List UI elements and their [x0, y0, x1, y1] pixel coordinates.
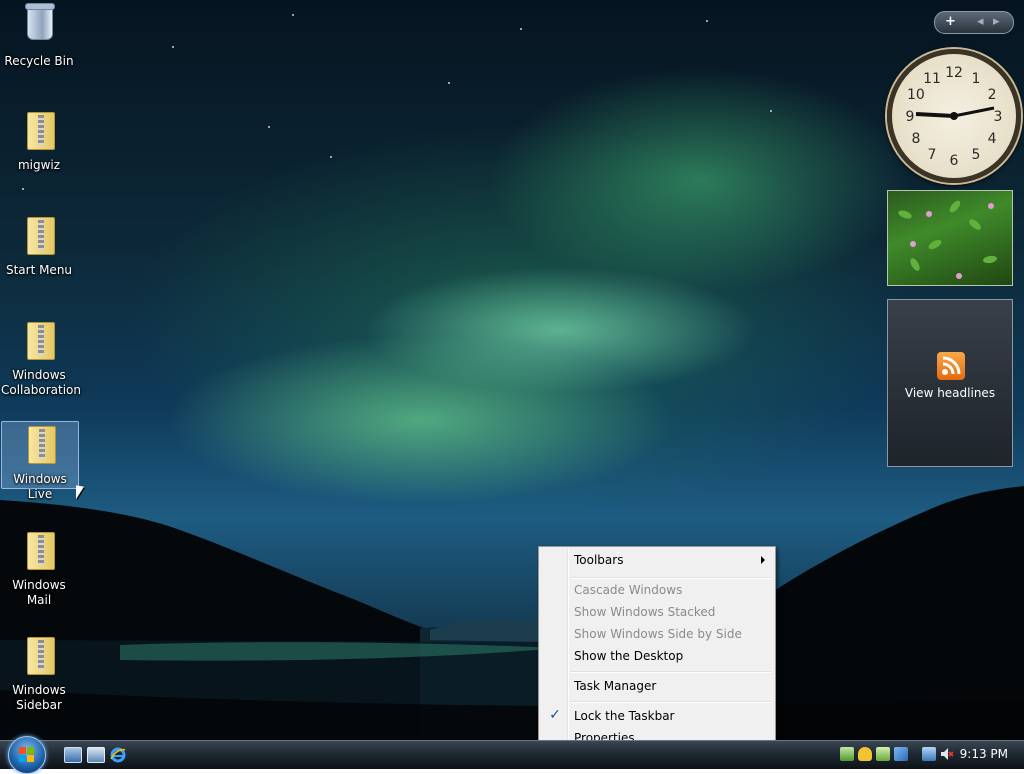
menu-item-task-manager[interactable]: Task Manager — [541, 675, 773, 697]
volume-muted-icon[interactable] — [940, 747, 954, 761]
desktop-icon-label: Windows Collaboration — [1, 368, 81, 397]
submenu-arrow-icon — [761, 556, 765, 564]
clock-numeral: 5 — [972, 147, 981, 163]
desktop[interactable]: Recycle Bin migwiz Start Menu Windows Co… — [0, 0, 1024, 740]
menu-item-show-windows-side-by-side[interactable]: Show Windows Side by Side — [541, 623, 773, 645]
taskbar-clock[interactable]: 9:13 PM — [960, 747, 1008, 761]
star — [706, 20, 708, 22]
star — [292, 14, 294, 16]
desktop-icon-windows-mail[interactable]: Windows Mail — [1, 528, 77, 608]
menu-separator — [570, 701, 771, 703]
clock-hour-hand — [915, 112, 955, 118]
wallpaper-landscape — [0, 486, 1024, 740]
zip-folder-icon — [20, 422, 60, 466]
clock-numeral: 1 — [972, 71, 981, 87]
menu-item-properties[interactable]: Properties — [541, 727, 773, 740]
windows-defender-icon[interactable] — [876, 747, 890, 761]
menu-item-show-windows-stacked[interactable]: Show Windows Stacked — [541, 601, 773, 623]
internet-explorer-icon[interactable] — [110, 747, 126, 763]
network-status-icon[interactable] — [922, 747, 936, 761]
star — [520, 28, 522, 30]
star — [22, 188, 24, 190]
clock-gadget[interactable]: 12 1 2 3 4 5 6 7 8 9 10 11 — [887, 49, 1021, 183]
desktop-icon-start-menu[interactable]: Start Menu — [1, 213, 77, 278]
next-page-button[interactable]: ▸ — [993, 14, 1000, 30]
desktop-icon-label: Windows Mail — [12, 578, 66, 607]
clock-numeral: 10 — [907, 87, 925, 103]
mouse-cursor-icon — [76, 485, 84, 501]
clock-numeral: 2 — [988, 87, 997, 103]
view-headlines-link[interactable]: View headlines — [888, 386, 1012, 400]
zip-folder-icon — [19, 633, 59, 677]
notification-area: 9:13 PM — [836, 741, 1024, 769]
clock-numeral: 9 — [906, 109, 915, 125]
zip-folder-icon — [19, 528, 59, 572]
update-icon[interactable] — [894, 747, 908, 761]
clock-numeral: 8 — [911, 131, 920, 147]
checkmark-icon: ✓ — [549, 707, 561, 723]
taskbar[interactable]: 9:13 PM — [0, 736, 1024, 774]
clock-face: 12 12 3 45678 9 1011 — [906, 65, 1003, 169]
desktop-icon-label: Windows Live — [13, 472, 67, 501]
desktop-icon-windows-collaboration[interactable]: Windows Collaboration — [1, 318, 81, 398]
menu-item-cascade-windows[interactable]: Cascade Windows — [541, 579, 773, 601]
taskbar-context-menu: Toolbars Cascade Windows Show Windows St… — [538, 546, 776, 740]
switch-windows-icon[interactable] — [87, 747, 105, 763]
desktop-icon-windows-sidebar[interactable]: Windows Sidebar — [1, 633, 77, 713]
feed-headlines-gadget[interactable]: View headlines — [887, 299, 1013, 467]
desktop-icon-windows-live[interactable]: Windows Live — [1, 421, 79, 501]
recycle-bin-icon — [19, 3, 59, 48]
star — [268, 126, 270, 128]
desktop-icon-migwiz[interactable]: migwiz — [1, 108, 77, 173]
start-button[interactable] — [8, 736, 46, 774]
desktop-icon-label: Start Menu — [5, 263, 73, 277]
menu-item-toolbars[interactable]: Toolbars — [541, 549, 773, 571]
desktop-icon-label: Recycle Bin — [4, 54, 74, 68]
windows-logo-icon — [19, 747, 35, 763]
desktop-icon-label: migwiz — [17, 158, 61, 172]
sidebar-controls: + ◂ ▸ — [934, 11, 1014, 34]
add-gadget-button[interactable]: + — [945, 14, 956, 30]
star — [448, 82, 450, 84]
clock-numeral: 12 — [945, 65, 963, 81]
star — [770, 110, 772, 112]
clock-numeral: 6 — [950, 153, 959, 169]
show-desktop-icon[interactable] — [64, 747, 82, 763]
slideshow-gadget[interactable] — [887, 190, 1013, 286]
clock-numeral: 11 — [923, 71, 941, 87]
zip-folder-icon — [19, 318, 59, 362]
star — [330, 156, 332, 158]
zip-folder-icon — [19, 213, 59, 257]
security-alert-icon[interactable] — [858, 747, 872, 761]
rss-feed-icon — [937, 352, 965, 380]
menu-separator — [570, 671, 771, 673]
previous-page-button[interactable]: ◂ — [977, 14, 984, 30]
clock-numeral: 3 — [994, 109, 1003, 125]
desktop-icon-recycle-bin[interactable]: Recycle Bin — [1, 3, 77, 69]
menu-item-show-the-desktop[interactable]: Show the Desktop — [541, 645, 773, 667]
menu-item-lock-the-taskbar[interactable]: ✓ Lock the Taskbar — [541, 705, 773, 727]
zip-folder-icon — [19, 108, 59, 152]
clock-numeral: 4 — [988, 131, 997, 147]
clock-numeral: 7 — [928, 147, 937, 163]
clock-minute-hand — [953, 106, 995, 118]
network-icon[interactable] — [840, 747, 854, 761]
desktop-icon-label: Windows Sidebar — [12, 683, 66, 712]
star — [172, 46, 174, 48]
